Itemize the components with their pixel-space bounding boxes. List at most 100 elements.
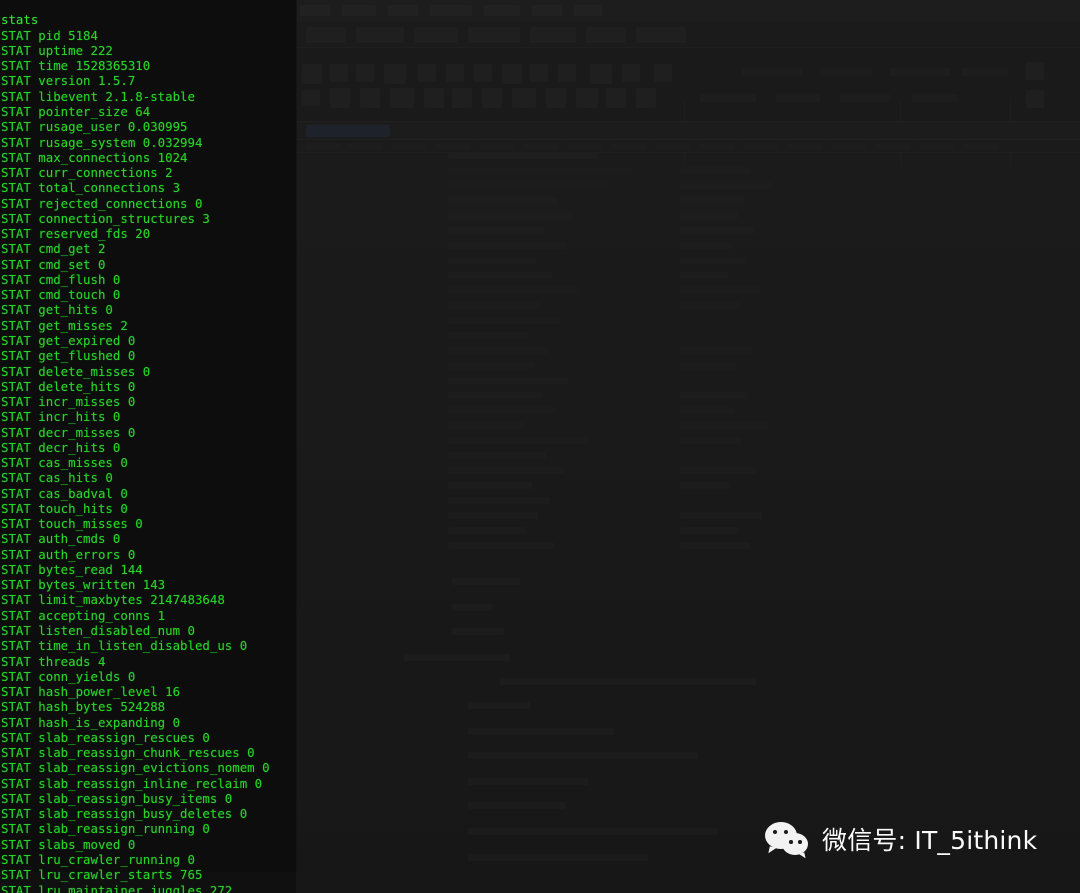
terminal-stat-line: STAT max_connections 1024 — [1, 149, 188, 165]
terminal-stat-line: STAT auth_errors 0 — [1, 546, 136, 562]
background-toolbar-icon[interactable] — [590, 64, 612, 84]
background-ribbon-tab[interactable] — [468, 27, 520, 43]
background-toolbar-icon[interactable] — [622, 64, 640, 82]
background-menu-item[interactable] — [484, 5, 520, 16]
background-toolbar-icon[interactable] — [636, 88, 656, 108]
terminal-stat-line: STAT auth_cmds 0 — [1, 531, 121, 547]
background-column-cell[interactable] — [700, 143, 734, 150]
background-column-cell[interactable] — [524, 143, 558, 150]
background-ribbon-tab[interactable] — [356, 27, 404, 43]
terminal-stat-line: STAT rejected_connections 0 — [1, 195, 203, 211]
terminal-command-line: stats — [1, 12, 39, 28]
background-toolbar-icon[interactable] — [474, 64, 492, 82]
background-toolbar-icon[interactable] — [558, 64, 576, 82]
terminal-stat-line: STAT pid 5184 — [1, 27, 98, 43]
terminal-stat-line: STAT delete_misses 0 — [1, 363, 151, 379]
terminal-stat-line: STAT cmd_touch 0 — [1, 287, 121, 303]
background-toolbar-icon[interactable] — [418, 64, 436, 82]
terminal-stat-line: STAT touch_hits 0 — [1, 500, 128, 516]
terminal-stat-line: STAT incr_hits 0 — [1, 409, 121, 425]
terminal-stat-line: STAT listen_disabled_num 0 — [1, 623, 195, 639]
terminal-stat-line: STAT get_misses 2 — [1, 317, 128, 333]
terminal-stat-line: STAT slab_reassign_busy_deletes 0 — [1, 806, 248, 822]
background-ribbon-tab[interactable] — [414, 27, 458, 43]
background-column-cell[interactable] — [920, 143, 954, 150]
terminal-stat-line: STAT delete_hits 0 — [1, 378, 136, 394]
terminal-stat-line: STAT lru_crawler_starts 765 — [1, 867, 203, 883]
background-ribbon-tab[interactable] — [586, 27, 626, 43]
screenshot-root: stats STAT pid 5184 STAT uptime 222 STAT ti… — [0, 0, 1080, 893]
terminal-stat-line: STAT rusage_system 0.032994 — [1, 134, 203, 150]
background-ribbon-label — [962, 68, 1008, 76]
background-toolbar-icon[interactable] — [360, 88, 380, 108]
terminal-stat-line: STAT total_connections 3 — [1, 180, 181, 196]
terminal-stat-line: STAT slab_reassign_evictions_nomem 0 — [1, 760, 270, 776]
terminal-stat-line: STAT bytes_read 144 — [1, 561, 143, 577]
background-toolbar-icon[interactable] — [1026, 90, 1044, 108]
terminal-stat-line: STAT get_hits 0 — [1, 302, 113, 318]
terminal-stat-line: STAT lru_maintainer_juggles 272 — [1, 882, 233, 893]
background-ribbon-label — [912, 94, 958, 102]
background-column-cell[interactable] — [568, 143, 602, 150]
background-column-cell[interactable] — [744, 143, 778, 150]
terminal-stat-line: STAT slab_reassign_inline_reclaim 0 — [1, 775, 263, 791]
terminal-stat-line: STAT bytes_written 143 — [1, 577, 166, 593]
terminal-stat-line: STAT time 1528365310 — [1, 58, 151, 74]
terminal-stat-line: STAT cmd_set 0 — [1, 256, 106, 272]
background-toolbar-icon[interactable] — [482, 88, 502, 108]
background-column-cell[interactable] — [656, 143, 690, 150]
background-menu-item[interactable] — [388, 5, 418, 16]
terminal-stat-line: STAT version 1.5.7 — [1, 73, 136, 89]
terminal-stat-line: STAT hash_power_level 16 — [1, 684, 181, 700]
terminal-stat-line: STAT cas_misses 0 — [1, 455, 128, 471]
background-ribbon-label — [776, 94, 820, 102]
background-column-cell[interactable] — [348, 143, 382, 150]
background-toolbar-icon[interactable] — [356, 64, 374, 82]
background-ribbon-tab[interactable] — [636, 27, 686, 43]
background-ribbon-tab[interactable] — [530, 27, 576, 43]
background-menu-item[interactable] — [342, 5, 376, 16]
background-column-cell[interactable] — [436, 143, 470, 150]
terminal-stat-line: STAT conn_yields 0 — [1, 668, 136, 684]
background-toolbar-icon[interactable] — [530, 64, 548, 82]
background-ribbon-label — [742, 68, 802, 76]
background-toolbar-icon[interactable] — [512, 88, 536, 108]
terminal-stat-line: STAT reserved_fds 20 — [1, 226, 151, 242]
terminal-stat-line: STAT cmd_flush 0 — [1, 271, 121, 287]
terminal-stat-line: STAT slab_reassign_rescues 0 — [1, 729, 210, 745]
background-column-cell[interactable] — [832, 143, 866, 150]
background-column-cell[interactable] — [612, 143, 646, 150]
terminal-stat-line: STAT limit_maxbytes 2147483648 — [1, 592, 225, 608]
background-menu-item[interactable] — [430, 5, 472, 16]
background-column-cell[interactable] — [788, 143, 822, 150]
background-toolbar-icon[interactable] — [546, 88, 566, 108]
background-column-cell[interactable] — [392, 143, 426, 150]
background-toolbar-icon[interactable] — [384, 64, 406, 84]
background-menu-item[interactable] — [574, 5, 602, 16]
background-toolbar-icon[interactable] — [390, 88, 414, 108]
terminal-stat-line: STAT slab_reassign_chunk_rescues 0 — [1, 745, 255, 761]
terminal-stat-line: STAT slab_reassign_running 0 — [1, 821, 210, 837]
terminal-stat-line: STAT accepting_conns 1 — [1, 607, 166, 623]
terminal-stat-line: STAT cas_badval 0 — [1, 485, 128, 501]
background-toolbar-icon[interactable] — [446, 64, 464, 82]
background-column-cell[interactable] — [876, 143, 910, 150]
background-ribbon-label — [700, 94, 756, 102]
background-toolbar-icon[interactable] — [452, 88, 472, 108]
background-toolbar-icon[interactable] — [424, 88, 444, 108]
terminal-stat-line: STAT slab_reassign_busy_items 0 — [1, 790, 233, 806]
background-column-cell[interactable] — [480, 143, 514, 150]
terminal-stat-line: STAT incr_misses 0 — [1, 394, 136, 410]
terminal-stat-line: STAT libevent 2.1.8-stable — [1, 88, 195, 104]
background-toolbar-icon[interactable] — [654, 64, 672, 82]
background-toolbar-icon[interactable] — [606, 88, 626, 108]
background-column-cell[interactable] — [964, 143, 998, 150]
terminal-stat-line: STAT time_in_listen_disabled_us 0 — [1, 638, 248, 654]
background-menu-item[interactable] — [532, 5, 562, 16]
background-toolbar-icon[interactable] — [576, 88, 598, 108]
terminal-stat-line: STAT lru_crawler_running 0 — [1, 852, 195, 867]
background-toolbar-icon[interactable] — [1026, 62, 1044, 80]
background-ribbon-label — [820, 68, 872, 76]
background-toolbar-icon[interactable] — [502, 64, 522, 84]
terminal-output: stats STAT pid 5184 STAT uptime 222 STAT ti… — [0, 12, 340, 893]
